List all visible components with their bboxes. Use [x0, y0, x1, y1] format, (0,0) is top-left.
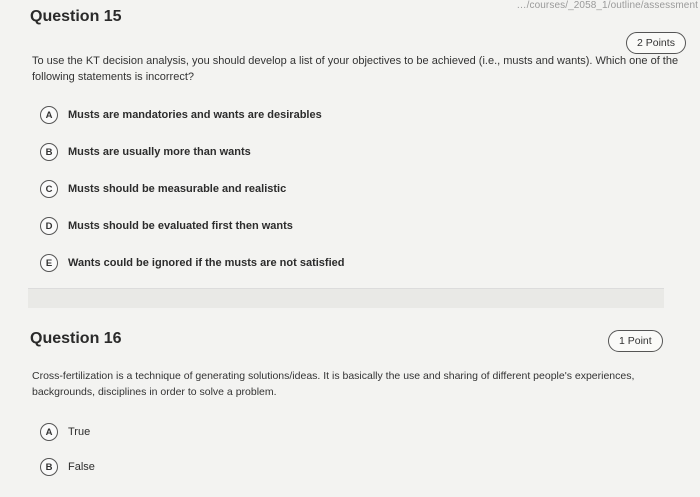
option-label: Musts are mandatories and wants are desi…: [68, 109, 322, 121]
option-c[interactable]: C Musts should be measurable and realist…: [40, 179, 344, 199]
option-a[interactable]: A True: [40, 422, 95, 442]
option-letter-badge: D: [40, 217, 58, 235]
option-label: Musts should be evaluated first then wan…: [68, 220, 293, 232]
option-letter-badge: B: [40, 458, 58, 476]
option-e[interactable]: E Wants could be ignored if the musts ar…: [40, 253, 344, 273]
option-b[interactable]: B Musts are usually more than wants: [40, 142, 344, 162]
answer-options: A Musts are mandatories and wants are de…: [40, 105, 344, 290]
option-d[interactable]: D Musts should be evaluated first then w…: [40, 216, 344, 236]
option-letter-badge: A: [40, 423, 58, 441]
option-letter-badge: C: [40, 180, 58, 198]
question-16: Question 16 1 Point Cross-fertilization …: [0, 300, 700, 497]
answer-options: A True B False: [40, 422, 95, 492]
question-prompt: Cross-fertilization is a technique of ge…: [32, 370, 635, 398]
option-letter-badge: B: [40, 143, 58, 161]
points-badge: 2 Points: [626, 32, 686, 54]
option-a[interactable]: A Musts are mandatories and wants are de…: [40, 105, 344, 125]
option-letter-badge: E: [40, 254, 58, 272]
option-label: False: [68, 461, 95, 473]
question-title: Question 16: [30, 330, 122, 347]
option-label: True: [68, 426, 91, 438]
question-title: Question 15: [30, 8, 122, 25]
option-label: Musts are usually more than wants: [68, 146, 251, 158]
question-prompt: To use the KT decision analysis, you sho…: [32, 55, 679, 83]
option-b[interactable]: B False: [40, 457, 95, 477]
question-15: Question 15 2 Points To use the KT decis…: [0, 0, 700, 292]
option-label: Musts should be measurable and realistic: [68, 183, 287, 195]
option-label: Wants could be ignored if the musts are …: [68, 257, 345, 269]
option-letter-badge: A: [40, 106, 58, 124]
points-badge: 1 Point: [608, 330, 663, 352]
